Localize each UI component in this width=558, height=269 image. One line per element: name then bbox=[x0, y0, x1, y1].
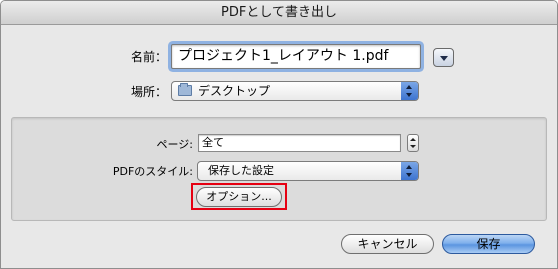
location-label: 場所： bbox=[130, 85, 167, 99]
filename-input[interactable]: プロジェクト1_レイアウト 1.pdf bbox=[171, 44, 421, 69]
save-button[interactable]: 保存 bbox=[442, 234, 535, 254]
options-button[interactable]: オプション... bbox=[196, 187, 282, 207]
dialog-title: PDFとして書き出し bbox=[1, 1, 557, 25]
pages-label: ページ: bbox=[156, 138, 194, 151]
pages-input[interactable]: 全て bbox=[198, 134, 401, 152]
name-label: 名前： bbox=[130, 50, 167, 64]
popup-arrows-icon bbox=[401, 162, 418, 180]
folder-icon bbox=[178, 83, 192, 96]
export-pdf-dialog: PDFとして書き出し 名前： プロジェクト1_レイアウト 1.pdf 場所： デ… bbox=[0, 0, 558, 269]
expand-browser-button[interactable] bbox=[433, 48, 454, 67]
popup-arrows-icon bbox=[401, 82, 418, 100]
pdf-style-value: 保存した設定 bbox=[208, 164, 274, 177]
pdf-style-label: PDFのスタイル: bbox=[112, 165, 193, 178]
pdf-style-popup[interactable]: 保存した設定 bbox=[197, 161, 419, 181]
location-popup[interactable]: デスクトップ bbox=[171, 81, 419, 101]
cancel-button[interactable]: キャンセル bbox=[341, 234, 434, 254]
pages-stepper[interactable] bbox=[407, 134, 419, 152]
location-value: デスクトップ bbox=[198, 84, 271, 98]
